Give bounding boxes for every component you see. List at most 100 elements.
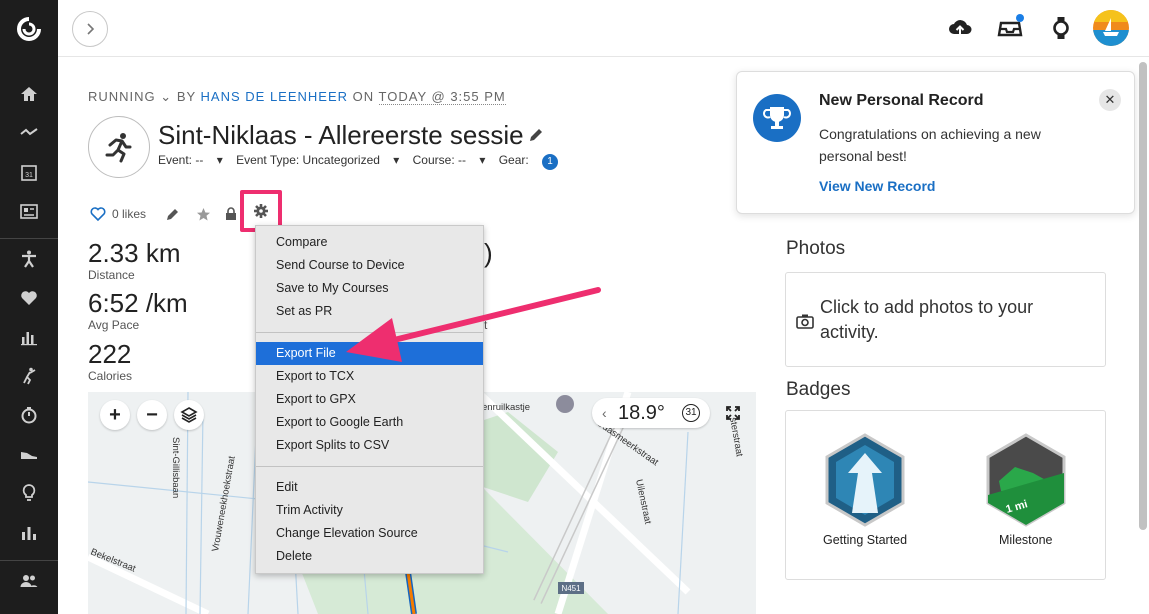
menu-item-export-file[interactable]: Export File xyxy=(256,342,483,365)
getting-started-label: Getting Started xyxy=(823,533,908,547)
menu-item-trim[interactable]: Trim Activity xyxy=(256,499,483,522)
activity-properties: Event: -- ▾ Event Type: Uncategorized ▾ … xyxy=(158,153,578,170)
photos-heading: Photos xyxy=(786,238,846,259)
golf-icon[interactable] xyxy=(0,361,58,391)
left-sidebar: 31 xyxy=(0,0,58,614)
menu-item-export-google-earth[interactable]: Export to Google Earth xyxy=(256,411,483,434)
trophy-icon xyxy=(753,94,801,142)
menu-item-compare[interactable]: Compare xyxy=(256,231,483,254)
inbox-icon[interactable] xyxy=(996,14,1024,42)
gear-selector[interactable]: Gear: 1 xyxy=(499,153,568,170)
reports-icon[interactable] xyxy=(0,518,58,548)
lock-icon[interactable] xyxy=(225,207,237,221)
page-scrollbar[interactable] xyxy=(1139,62,1147,530)
running-activity-icon xyxy=(88,116,150,178)
people-icon[interactable] xyxy=(0,566,58,596)
by-label: BY xyxy=(176,89,196,104)
activity-type-dropdown[interactable]: RUNNING ⌄ xyxy=(88,89,172,104)
menu-item-send-course[interactable]: Send Course to Device xyxy=(256,254,483,277)
view-record-link[interactable]: View New Record xyxy=(819,178,935,194)
street-label: Sint-Gillisbaan xyxy=(170,437,181,498)
like-heart-icon[interactable] xyxy=(90,206,106,222)
milestone-label: Milestone xyxy=(999,533,1053,547)
gear-count-badge: 1 xyxy=(542,154,559,170)
avatar[interactable] xyxy=(1093,10,1129,46)
expand-icon xyxy=(726,406,740,420)
camera-icon xyxy=(796,314,814,329)
menu-item-set-pr[interactable]: Set as PR xyxy=(256,300,483,323)
weather-date-icon: 31 xyxy=(682,404,700,422)
svg-text:31: 31 xyxy=(25,172,33,179)
menu-item-edit[interactable]: Edit xyxy=(256,476,483,499)
on-label: ON xyxy=(352,89,375,104)
fullscreen-button[interactable] xyxy=(718,398,748,428)
chevron-left-icon[interactable]: ‹ xyxy=(602,405,607,421)
activity-title[interactable]: Sint-Niklaas - Allereerste sessie xyxy=(158,120,524,151)
menu-divider xyxy=(256,332,483,333)
avg-pace-value: 6:52 /km xyxy=(88,288,188,318)
toast-title: New Personal Record xyxy=(819,92,984,109)
notification-dot xyxy=(1016,14,1024,22)
activity-meta-line: RUNNING ⌄ BY HANS DE LEENHEER ON TODAY @… xyxy=(88,89,506,105)
road-shield-label: N451 xyxy=(561,584,581,593)
heart-icon[interactable] xyxy=(0,283,58,313)
distance-value: 2.33 km xyxy=(88,238,181,268)
calendar-icon[interactable]: 31 xyxy=(0,157,58,187)
badges-box: Getting Started 1 mi Milestone xyxy=(785,410,1106,580)
lightbulb-icon[interactable] xyxy=(0,478,58,508)
layers-icon xyxy=(180,407,198,423)
calories-value: 222 xyxy=(88,339,132,369)
stat-partial-label: t xyxy=(484,318,488,332)
likes-count[interactable]: 0 likes xyxy=(112,207,146,221)
news-feed-icon[interactable] xyxy=(0,196,58,226)
street-label: Vrouweneekhoekstraat xyxy=(210,455,238,553)
top-bar xyxy=(58,0,1149,57)
shoe-icon[interactable] xyxy=(0,439,58,469)
milestone-badge[interactable]: 1 mi xyxy=(985,433,1067,527)
activity-trend-icon[interactable] xyxy=(0,117,58,147)
street-label: Uilenstraat xyxy=(633,478,653,525)
menu-item-export-tcx[interactable]: Export to TCX xyxy=(256,365,483,388)
menu-item-save-course[interactable]: Save to My Courses xyxy=(256,277,483,300)
gear-icon[interactable] xyxy=(253,203,269,219)
getting-started-badge[interactable] xyxy=(824,433,906,527)
activity-actions: 0 likes xyxy=(90,204,237,224)
event-type-dropdown[interactable]: Event Type: Uncategorized ▾ xyxy=(236,153,399,167)
zoom-in-button[interactable]: + xyxy=(100,400,130,430)
personal-record-toast: New Personal Record Congratulations on a… xyxy=(736,71,1135,214)
street-label: enruilkastje xyxy=(482,402,530,413)
menu-item-change-elevation[interactable]: Change Elevation Source xyxy=(256,522,483,545)
stat-partial-paren: ) xyxy=(484,238,493,268)
distance-label: Distance xyxy=(88,268,135,282)
weather-widget[interactable]: ‹ 18.9° 31 xyxy=(592,398,710,428)
avg-pace-label: Avg Pace xyxy=(88,318,140,332)
zoom-out-button[interactable]: − xyxy=(137,400,167,430)
event-dropdown[interactable]: Event: -- ▾ xyxy=(158,153,223,167)
badges-heading: Badges xyxy=(786,379,851,400)
course-dropdown[interactable]: Course: -- ▾ xyxy=(413,153,486,167)
edit-title-icon[interactable] xyxy=(528,127,544,143)
map-layers-button[interactable] xyxy=(174,400,204,430)
menu-item-export-splits[interactable]: Export Splits to CSV xyxy=(256,434,483,457)
garmin-connect-logo[interactable] xyxy=(14,14,44,44)
upload-icon[interactable] xyxy=(946,14,974,42)
edit-icon[interactable] xyxy=(166,207,180,221)
weather-temperature: 18.9° xyxy=(618,401,665,424)
add-photos-box[interactable]: Click to add photos to your activity. xyxy=(785,272,1106,367)
expand-sidebar-button[interactable] xyxy=(72,11,108,47)
menu-item-delete[interactable]: Delete xyxy=(256,545,483,568)
activity-date[interactable]: TODAY @ 3:55 PM xyxy=(378,89,506,105)
menu-divider xyxy=(256,466,483,467)
author-link[interactable]: HANS DE LEENHEER xyxy=(201,89,348,104)
close-icon[interactable]: ✕ xyxy=(1099,89,1121,111)
stopwatch-icon[interactable] xyxy=(0,400,58,430)
activity-settings-menu: Compare Send Course to Device Save to My… xyxy=(255,225,484,574)
running-figure-icon[interactable] xyxy=(0,244,58,274)
add-photos-text[interactable]: Click to add photos to your activity. xyxy=(820,295,1080,345)
home-icon[interactable] xyxy=(0,79,58,109)
menu-item-export-gpx[interactable]: Export to GPX xyxy=(256,388,483,411)
calories-label: Calories xyxy=(88,369,133,383)
watch-icon[interactable] xyxy=(1047,14,1075,42)
bar-chart-icon[interactable] xyxy=(0,322,58,352)
star-icon[interactable] xyxy=(196,207,211,222)
